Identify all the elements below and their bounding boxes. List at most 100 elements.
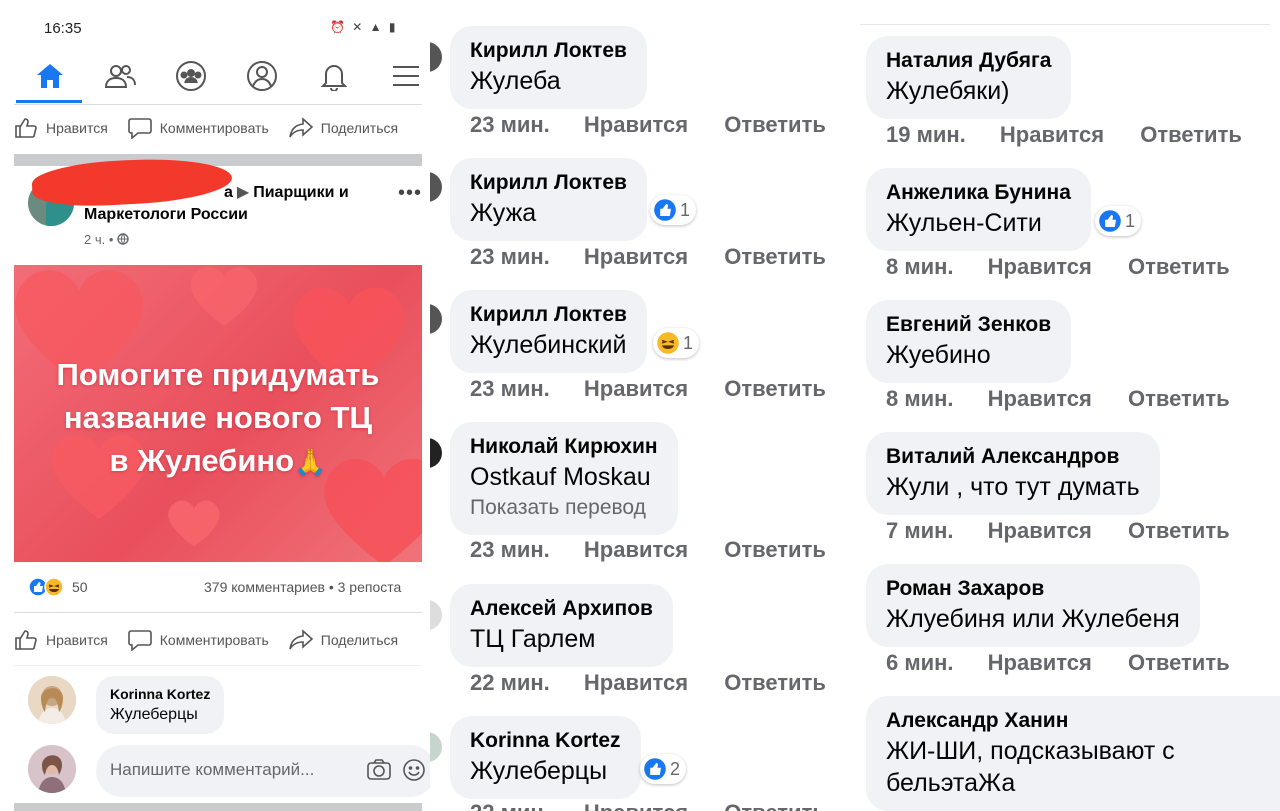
- comment-time[interactable]: 23 мин.: [470, 537, 550, 563]
- comment-bubble[interactable]: Анжелика Бунина Жульен-Сити: [866, 168, 1091, 251]
- avatar[interactable]: [430, 732, 442, 762]
- comment-reply-button[interactable]: Ответить: [1128, 254, 1230, 280]
- comment-reply-button[interactable]: Ответить: [1128, 518, 1230, 544]
- tab-home[interactable]: [28, 56, 72, 96]
- comment-like-button[interactable]: Нравится: [584, 112, 688, 138]
- comment-bubble[interactable]: Александр Ханин ЖИ-ШИ, подсказывают с бе…: [866, 696, 1280, 811]
- comment-author[interactable]: Korinna Kortez: [110, 684, 210, 704]
- comment-reply-button[interactable]: Ответить: [724, 670, 826, 696]
- comment-author[interactable]: Роман Захаров: [886, 575, 1180, 603]
- comment-time[interactable]: 23 мин.: [470, 112, 550, 138]
- comment-bubble[interactable]: Алексей Архипов ТЦ Гарлем: [450, 584, 673, 667]
- like-reaction-icon: [644, 758, 666, 780]
- comment-author[interactable]: Алексей Архипов: [470, 595, 653, 623]
- like-button[interactable]: Нравится: [14, 629, 108, 651]
- comment-reactions[interactable]: 1: [653, 328, 700, 358]
- comment-reply-button[interactable]: Ответить: [1128, 650, 1230, 676]
- comment-like-button[interactable]: Нравится: [988, 386, 1092, 412]
- tab-groups[interactable]: [169, 56, 213, 96]
- comment-like-button[interactable]: Нравится: [1000, 122, 1104, 148]
- share-button[interactable]: Поделиться: [288, 117, 398, 139]
- comment-like-button[interactable]: Нравится: [988, 650, 1092, 676]
- post-time[interactable]: 2 ч. •: [84, 232, 113, 247]
- comment-author[interactable]: Александр Ханин: [886, 707, 1266, 735]
- emoji-icon[interactable]: [402, 758, 426, 782]
- comment-bubble[interactable]: Роман Захаров Жлуебиня или Жулебеня: [866, 564, 1200, 647]
- reaction-count: 1: [1125, 210, 1136, 231]
- post-separator: [14, 803, 422, 811]
- comment-time[interactable]: 19 мин.: [886, 122, 966, 148]
- avatar[interactable]: [430, 304, 442, 334]
- translate-link[interactable]: Показать перевод: [470, 493, 658, 523]
- comment-like-button[interactable]: Нравится: [584, 376, 688, 402]
- avatar[interactable]: [430, 172, 442, 202]
- comment-reply-button[interactable]: Ответить: [724, 244, 826, 270]
- avatar[interactable]: [430, 600, 442, 630]
- comment-time[interactable]: 7 мин.: [886, 518, 954, 544]
- comment-reactions[interactable]: 1: [1095, 206, 1142, 236]
- comment-bubble[interactable]: Виталий Александров Жули , что тут думат…: [866, 432, 1160, 515]
- comment-author[interactable]: Наталия Дубяга: [886, 47, 1051, 75]
- comment-time[interactable]: 6 мин.: [886, 650, 954, 676]
- comment-like-button[interactable]: Нравится: [584, 670, 688, 696]
- post-meta: 2 ч. •: [84, 232, 129, 247]
- comment-author[interactable]: Николай Кирюхин: [470, 433, 658, 461]
- comment-author[interactable]: Кирилл Локтев: [470, 37, 627, 65]
- comment-reply-button[interactable]: Ответить: [724, 112, 826, 138]
- avatar[interactable]: [28, 676, 76, 724]
- comment-time[interactable]: 8 мин.: [886, 386, 954, 412]
- share-button[interactable]: Поделиться: [288, 629, 398, 651]
- comment-bubble[interactable]: Кирилл Локтев Жулеба: [450, 26, 647, 109]
- comment-author[interactable]: Виталий Александров: [886, 443, 1140, 471]
- comment-bubble[interactable]: Николай Кирюхин Ostkauf Moskau Показать …: [450, 422, 678, 535]
- comment-like-button[interactable]: Нравится: [988, 254, 1092, 280]
- comment-reply-button[interactable]: Ответить: [1140, 122, 1242, 148]
- comment-reply-button[interactable]: Ответить: [1128, 386, 1230, 412]
- comment-reply-button[interactable]: Ответить: [724, 537, 826, 563]
- comment-bubble[interactable]: Евгений Зенков Жуебино: [866, 300, 1072, 383]
- comment-like-button[interactable]: Нравится: [584, 244, 688, 270]
- comment-bubble[interactable]: Кирилл Локтев Жулебинский: [450, 290, 647, 373]
- comment-text: Жулеберцы: [470, 757, 608, 785]
- reactions-summary[interactable]: 50 379 комментариев • 3 репоста: [14, 572, 430, 604]
- more-options-icon[interactable]: •••: [398, 182, 422, 205]
- comment-input[interactable]: Напишите комментарий...: [96, 745, 430, 797]
- avatar[interactable]: [430, 438, 442, 468]
- comment-time[interactable]: 22 мин.: [470, 800, 550, 811]
- tab-notifications[interactable]: [312, 56, 356, 96]
- comment-like-button[interactable]: Нравится: [584, 800, 688, 811]
- comment-button[interactable]: Комментировать: [127, 629, 269, 651]
- comment-author[interactable]: Кирилл Локтев: [470, 301, 627, 329]
- comment-author[interactable]: Евгений Зенков: [886, 311, 1051, 339]
- comment-bubble[interactable]: Korinna Kortez Жулеберцы: [96, 676, 225, 734]
- tab-profile[interactable]: [240, 56, 284, 96]
- profile-icon: [247, 61, 277, 91]
- comment-reactions[interactable]: 1: [650, 195, 697, 225]
- comment-author[interactable]: Кирилл Локтев: [470, 169, 627, 197]
- comment-time[interactable]: 23 мин.: [470, 376, 550, 402]
- comment-button[interactable]: Комментировать: [127, 117, 269, 139]
- comment-like-button[interactable]: Нравится: [584, 537, 688, 563]
- comment-time[interactable]: 22 мин.: [470, 670, 550, 696]
- comment-reactions[interactable]: 2: [640, 754, 687, 784]
- like-button[interactable]: Нравится: [14, 117, 108, 139]
- comment-author[interactable]: Korinna Kortez: [470, 727, 621, 755]
- comment-bubble[interactable]: Кирилл Локтев Жужа: [450, 158, 647, 241]
- comment-like-button[interactable]: Нравится: [988, 518, 1092, 544]
- comment-reply-button[interactable]: Ответить: [724, 800, 826, 811]
- comments-shares-count[interactable]: 379 комментариев • 3 репоста: [204, 579, 401, 595]
- comment-bubble[interactable]: Korinna Kortez Жулеберцы: [450, 716, 641, 799]
- comment-author[interactable]: Анжелика Бунина: [886, 179, 1071, 207]
- camera-icon[interactable]: [366, 758, 392, 782]
- post-image[interactable]: Помогите придумать название нового ТЦ в …: [14, 265, 422, 562]
- comment-meta: 23 мин. Нравится Ответить: [470, 537, 826, 563]
- comment-bubble[interactable]: Наталия Дубяга Жулебяки): [866, 36, 1072, 119]
- tab-menu[interactable]: [384, 56, 428, 96]
- comment-reply-button[interactable]: Ответить: [724, 376, 826, 402]
- tab-friends[interactable]: [98, 56, 142, 96]
- pray-emoji: 🙏: [294, 447, 327, 477]
- avatar[interactable]: [430, 42, 442, 72]
- post-author[interactable]: а ▶ Пиарщики и Маркетологи России: [84, 182, 384, 226]
- comment-time[interactable]: 23 мин.: [470, 244, 550, 270]
- comment-time[interactable]: 8 мин.: [886, 254, 954, 280]
